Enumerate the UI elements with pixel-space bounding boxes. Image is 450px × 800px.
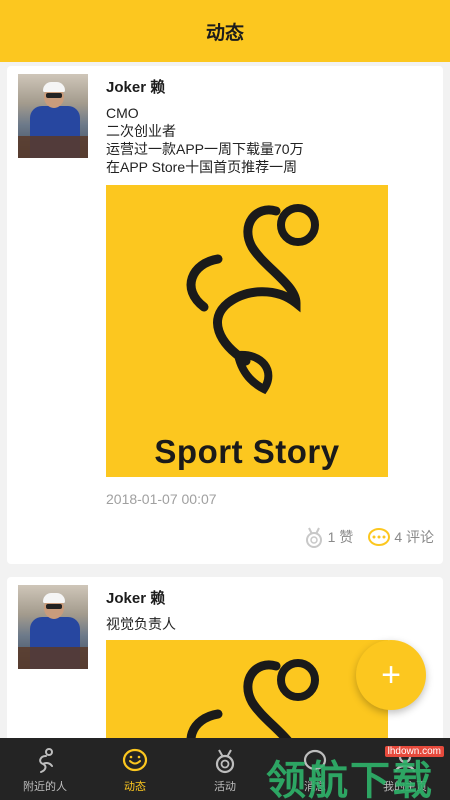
post-text: 视觉负责人 (106, 615, 176, 633)
profile-icon (394, 750, 416, 773)
comment-button[interactable]: 4 评论 (367, 527, 434, 547)
tab-profile[interactable]: 我的主页 (360, 738, 450, 800)
runner-icon (39, 748, 53, 773)
medal-icon (215, 749, 235, 774)
comment-count: 4 评论 (394, 529, 434, 545)
top-bar: 动态 (0, 0, 450, 62)
post-text-line: 运营过一款APP一周下载量70万 (106, 141, 304, 157)
tab-label: 动态 (124, 781, 146, 793)
page-title: 动态 (205, 22, 244, 44)
tab-label: 消息 (304, 781, 326, 793)
tab-label: 附近的人 (23, 781, 67, 793)
post-text-line: 在APP Store十国首页推荐一周 (106, 159, 298, 175)
feed-list[interactable]: Joker 赖 CMO 二次创业者 运营过一款APP一周下载量70万 在APP … (0, 62, 450, 738)
post-actions: 1 赞 4 评论 (289, 526, 434, 548)
post-image[interactable] (106, 640, 388, 738)
message-icon (303, 749, 327, 771)
tab-messages[interactable]: 消息 (270, 738, 360, 800)
comment-bubble-icon (368, 528, 391, 546)
post-text-line: 视觉负责人 (106, 616, 176, 632)
like-button[interactable]: 1 赞 (303, 526, 354, 548)
tab-activity[interactable]: 活动 (180, 738, 270, 800)
post-image-caption: Sport Story (154, 433, 340, 470)
medal-like-icon (305, 527, 322, 548)
like-count: 1 赞 (327, 529, 354, 545)
post-text-line: 二次创业者 (106, 123, 176, 139)
post-timestamp: 2018-01-07 00:07 (106, 491, 217, 507)
avatar[interactable] (18, 585, 88, 669)
post-text-line: CMO (106, 105, 139, 121)
post-card[interactable]: Joker 赖 CMO 二次创业者 运营过一款APP一周下载量70万 在APP … (7, 66, 443, 564)
author-name[interactable]: Joker 赖 (106, 587, 165, 608)
author-name[interactable]: Joker 赖 (106, 76, 165, 97)
avatar[interactable] (18, 74, 88, 158)
tab-label: 我的主页 (383, 781, 427, 793)
smile-bubble-icon (122, 748, 148, 772)
post-image[interactable]: Sport Story (106, 185, 388, 477)
tab-nearby[interactable]: 附近的人 (0, 738, 90, 800)
post-text: CMO 二次创业者 运营过一款APP一周下载量70万 在APP Store十国首… (106, 104, 304, 176)
tab-feed[interactable]: 动态 (90, 738, 180, 800)
bottom-tab-bar: 附近的人 动态 活动 消息 我的主页 (0, 738, 450, 800)
tab-label: 活动 (214, 781, 236, 793)
sport-story-logo-icon (186, 204, 319, 395)
sport-story-logo-icon (186, 659, 319, 738)
add-post-button[interactable]: + (356, 640, 426, 710)
